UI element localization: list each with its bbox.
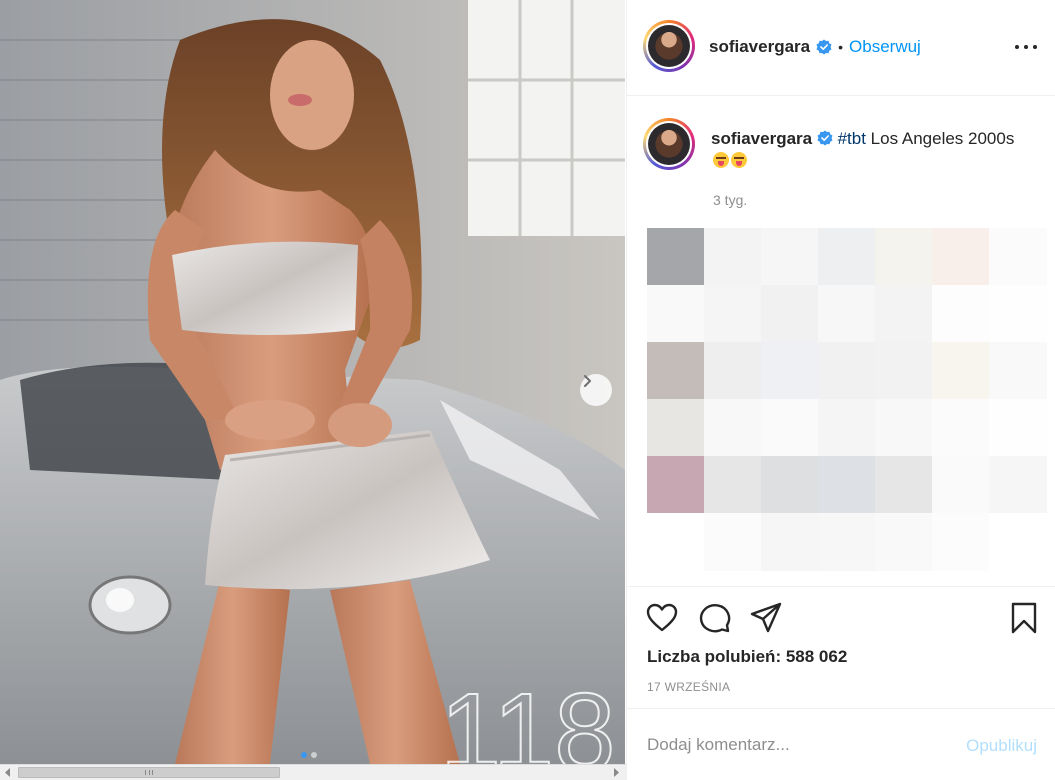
chevron-right-icon: [584, 375, 591, 387]
blurred-comment-pixel: [875, 285, 933, 343]
photo-overlay-number: 118: [440, 671, 615, 764]
blurred-comment-pixel: [761, 342, 819, 400]
carousel-indicator: [301, 752, 317, 758]
blurred-comment-pixel: [875, 342, 933, 400]
blurred-comment-pixel: [761, 399, 819, 457]
scroll-left-arrow-icon[interactable]: [4, 768, 12, 777]
blurred-comment-pixel: [818, 456, 876, 514]
carousel-dot: [311, 752, 317, 758]
avatar[interactable]: [643, 20, 695, 72]
bookmark-icon[interactable]: [1007, 601, 1041, 635]
blurred-comment-pixel: [704, 342, 762, 400]
comment-bubble-icon[interactable]: [697, 601, 731, 635]
blurred-comment-pixel: [932, 228, 990, 286]
blurred-comment-pixel: [932, 513, 990, 571]
blurred-comment-pixel: [818, 228, 876, 286]
post-caption-section: sofiavergara #tbt Los Angeles 2000s 3 ty…: [627, 96, 1055, 586]
blurred-comment-pixel: [647, 285, 705, 343]
blurred-comment-pixel: [932, 285, 990, 343]
more-options-button[interactable]: [1015, 38, 1037, 56]
separator-dot: •: [838, 39, 844, 55]
blurred-comment-pixel: [647, 456, 705, 514]
caption-timestamp[interactable]: 3 tyg.: [713, 192, 747, 208]
caption-emoji: [713, 152, 747, 168]
verified-badge-icon: [817, 130, 833, 146]
blurred-comment-pixel: [989, 513, 1047, 571]
hashtag-link[interactable]: #tbt: [838, 129, 866, 148]
blurred-comment-pixel: [818, 342, 876, 400]
blurred-comment-pixel: [989, 285, 1047, 343]
photo-illustration: 118: [0, 0, 625, 764]
comment-form: Opublikuj: [627, 708, 1055, 780]
caption-body: Los Angeles 2000s: [865, 129, 1015, 148]
paper-plane-icon[interactable]: [749, 601, 783, 635]
blurred-comment-pixel: [704, 456, 762, 514]
blurred-comment-pixel: [875, 228, 933, 286]
blurred-comment-pixel: [647, 228, 705, 286]
blurred-comment-pixel: [989, 342, 1047, 400]
blurred-comment-pixel: [761, 285, 819, 343]
scroll-right-arrow-icon[interactable]: [612, 768, 620, 777]
blurred-comment-pixel: [875, 456, 933, 514]
post-photo[interactable]: 118: [0, 0, 625, 764]
blurred-comment-pixel: [875, 399, 933, 457]
carousel-dot-active: [301, 752, 307, 758]
caption-username[interactable]: sofiavergara: [711, 129, 812, 148]
blurred-comment-pixel: [932, 342, 990, 400]
blurred-comment-pixel: [875, 513, 933, 571]
post-actions: Liczba polubień: 588 062 17 WRZEŚNIA: [627, 586, 1055, 708]
follow-button[interactable]: Obserwuj: [849, 37, 921, 57]
verified-badge-icon: [816, 39, 832, 55]
more-horizontal-icon: [1015, 45, 1019, 49]
heart-icon[interactable]: [645, 601, 679, 635]
author-username[interactable]: sofiavergara: [709, 37, 810, 57]
blurred-comment-pixel: [818, 513, 876, 571]
publish-button[interactable]: Opublikuj: [966, 736, 1037, 756]
blurred-comment-pixel: [989, 456, 1047, 514]
blurred-comment-pixel: [704, 285, 762, 343]
post-side-panel: sofiavergara • Obserwuj sofiavergara #tb…: [626, 0, 1055, 780]
caption-text: sofiavergara #tbt Los Angeles 2000s: [711, 128, 1041, 150]
blurred-comment-pixel: [761, 228, 819, 286]
blurred-comment-pixel: [647, 513, 705, 571]
blurred-comment-pixel: [932, 399, 990, 457]
blurred-comment-pixel: [647, 342, 705, 400]
caption-avatar[interactable]: [643, 118, 695, 170]
comment-input[interactable]: [647, 735, 937, 755]
scrollbar-thumb[interactable]: [18, 767, 280, 778]
post-date[interactable]: 17 WRZEŚNIA: [647, 680, 730, 694]
next-slide-button[interactable]: [580, 374, 612, 406]
post-header: sofiavergara • Obserwuj: [627, 0, 1055, 96]
blurred-comment-pixel: [704, 513, 762, 571]
blurred-comment-pixel: [704, 228, 762, 286]
blurred-comment-pixel: [761, 456, 819, 514]
squinting-face-with-tongue-icon: [731, 152, 747, 168]
blurred-comment-pixel: [818, 285, 876, 343]
blurred-comment-pixel: [818, 399, 876, 457]
blurred-comment-pixel: [989, 399, 1047, 457]
like-count[interactable]: Liczba polubień: 588 062: [647, 647, 847, 667]
squinting-face-with-tongue-icon: [713, 152, 729, 168]
blurred-comment-pixel: [932, 456, 990, 514]
horizontal-scrollbar[interactable]: [0, 764, 626, 780]
blurred-comment-pixel: [989, 228, 1047, 286]
blurred-comment-pixel: [704, 399, 762, 457]
blurred-comment-pixel: [761, 513, 819, 571]
pixelated-comments: [647, 228, 1047, 578]
blurred-comment-pixel: [647, 399, 705, 457]
